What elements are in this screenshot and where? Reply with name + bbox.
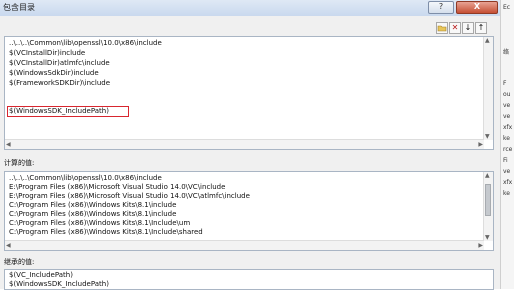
editor-line-highlighted[interactable]: $(WindowsSDK_IncludePath) (9, 107, 109, 115)
scroll-down-icon[interactable]: ▼ (485, 133, 490, 140)
computed-values-list: ..\..\..\Common\lib\openssl\10.0\x86\inc… (4, 171, 494, 251)
computed-line: C:\Program Files (x86)\Windows Kits\8.1\… (9, 201, 177, 209)
editor-line[interactable]: $(VCInstallDir)atlmfc\include (9, 59, 110, 67)
scroll-up-icon[interactable]: ▲ (485, 37, 490, 44)
strip-text: Fi (503, 157, 508, 164)
scroll-down-icon[interactable]: ▼ (485, 234, 490, 241)
scroll-left-icon[interactable]: ◀ (6, 141, 11, 148)
move-up-icon[interactable]: ↑ (475, 22, 487, 34)
editor-line[interactable]: $(VCInstallDir)include (9, 49, 85, 57)
strip-text: ke (503, 190, 510, 197)
strip-text: xfx (503, 124, 513, 131)
computed-line: C:\Program Files (x86)\Windows Kits\8.1\… (9, 228, 203, 236)
folder-icon[interactable] (436, 22, 448, 34)
strip-text: ou (503, 91, 511, 98)
inherited-values-list: $(VC_IncludePath) $(WindowsSDK_IncludePa… (4, 269, 494, 290)
inherited-values-label: 继承的值: (4, 258, 35, 266)
move-down-icon[interactable]: ↓ (462, 22, 474, 34)
strip-text: ke (503, 135, 510, 142)
window-titlebar: 包含目录 ? X (0, 0, 500, 17)
scroll-up-icon[interactable]: ▲ (485, 172, 490, 179)
strip-text: ve (503, 102, 511, 109)
include-directories-dialog: ✕ ↓ ↑ ..\..\..\Common\lib\openssl\10.0\x… (0, 16, 500, 290)
strip-text: 络 (503, 49, 510, 56)
computed-horizontal-scrollbar[interactable]: ◀ ▶ (5, 240, 484, 250)
inherited-line: $(WindowsSDK_IncludePath) (9, 280, 109, 288)
window-title: 包含目录 (3, 3, 35, 12)
close-button[interactable]: X (456, 1, 498, 14)
strip-text: rce (503, 146, 513, 153)
computed-line: ..\..\..\Common\lib\openssl\10.0\x86\inc… (9, 174, 162, 182)
delete-icon[interactable]: ✕ (449, 22, 461, 34)
include-path-editor[interactable]: ..\..\..\Common\lib\openssl\10.0\x86\inc… (4, 36, 494, 150)
editor-line[interactable]: $(FrameworkSDKDir)\include (9, 79, 110, 87)
strip-text: F (503, 80, 507, 87)
editor-line[interactable]: ..\..\..\Common\lib\openssl\10.0\x86\inc… (9, 39, 162, 47)
scroll-right-icon[interactable]: ▶ (478, 242, 483, 249)
help-button[interactable]: ? (428, 1, 454, 14)
scroll-thumb[interactable] (485, 184, 491, 216)
computed-line: C:\Program Files (x86)\Windows Kits\8.1\… (9, 210, 177, 218)
editor-line[interactable]: $(WindowsSdkDir)include (9, 69, 99, 77)
computed-line: C:\Program Files (x86)\Windows Kits\8.1\… (9, 219, 191, 227)
horizontal-scrollbar[interactable]: ◀ ▶ (5, 139, 484, 149)
computed-vertical-scrollbar[interactable]: ▲ ▼ (483, 172, 493, 241)
computed-values-label: 计算的值: (4, 159, 35, 167)
strip-text: ve (503, 168, 511, 175)
vertical-scrollbar[interactable]: ▲ ▼ (483, 37, 493, 140)
scroll-left-icon[interactable]: ◀ (6, 242, 11, 249)
computed-line: E:\Program Files (x86)\Microsoft Visual … (9, 183, 226, 191)
strip-text: Ec (503, 4, 511, 11)
inherited-line: $(VC_IncludePath) (9, 271, 73, 279)
strip-text: ve (503, 113, 511, 120)
background-window-strip: Ec 络 F ou ve ve xfx ke rce Fi ve xfx ke (500, 0, 514, 289)
computed-line: E:\Program Files (x86)\Microsoft Visual … (9, 192, 250, 200)
strip-text: xfx (503, 179, 513, 186)
scroll-right-icon[interactable]: ▶ (478, 141, 483, 148)
